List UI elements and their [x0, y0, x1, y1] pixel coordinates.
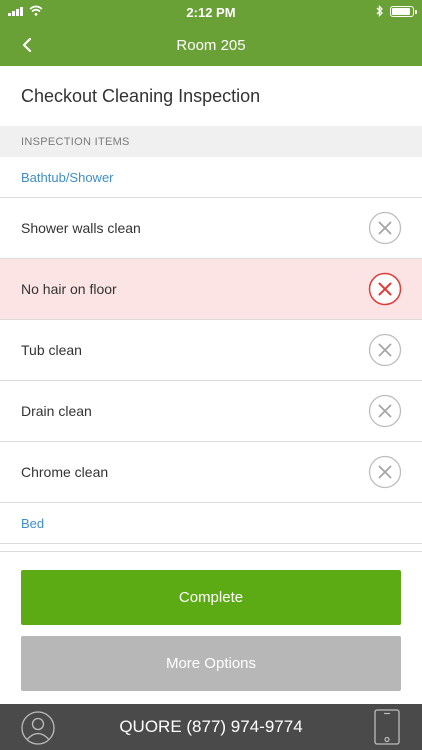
nav-bar: Room 205 [0, 24, 422, 66]
close-circle-icon [368, 455, 402, 489]
list-divider [0, 544, 422, 552]
page-title: Checkout Cleaning Inspection [21, 85, 261, 106]
item-label: Drain clean [21, 403, 92, 419]
fail-toggle-button[interactable] [368, 394, 402, 428]
signal-icon [8, 6, 23, 16]
wifi-icon [29, 5, 43, 16]
status-bar: 2:12 PM [0, 0, 422, 24]
battery-icon [390, 5, 417, 17]
inspection-item[interactable]: Shower walls clean [0, 198, 422, 259]
status-right [376, 5, 417, 17]
item-label: Tub clean [21, 342, 82, 358]
fail-toggle-button[interactable] [368, 211, 402, 245]
bluetooth-icon [376, 5, 383, 17]
user-avatar-icon[interactable] [21, 711, 55, 745]
item-label: Shower walls clean [21, 220, 141, 236]
status-time: 2:12 PM [186, 4, 236, 20]
close-circle-icon [368, 272, 402, 306]
chevron-left-icon [22, 38, 32, 52]
fail-toggle-button[interactable] [368, 272, 402, 306]
item-label: Chrome clean [21, 464, 109, 480]
inspection-list: Bathtub/Shower Shower walls clean No hai… [0, 157, 422, 552]
inspection-item[interactable]: Chrome clean [0, 442, 422, 503]
inspection-item-failed[interactable]: No hair on floor [0, 259, 422, 320]
fail-toggle-button[interactable] [368, 333, 402, 367]
complete-button[interactable]: Complete [21, 570, 401, 625]
close-circle-icon [368, 394, 402, 428]
footer-bar: QUORE (877) 974-9774 [0, 704, 422, 750]
section-header: INSPECTION ITEMS [0, 126, 422, 157]
inspection-item[interactable]: Tub clean [0, 320, 422, 381]
phone-device-icon[interactable] [374, 709, 400, 745]
group-label-bed[interactable]: Bed [0, 503, 422, 544]
item-label: No hair on floor [21, 281, 117, 297]
status-left [8, 5, 43, 16]
group-label-bathtub-shower[interactable]: Bathtub/Shower [0, 157, 422, 198]
close-circle-icon [368, 211, 402, 245]
back-button[interactable] [14, 32, 40, 58]
footer-phone-label[interactable]: QUORE (877) 974-9774 [119, 717, 302, 737]
fail-toggle-button[interactable] [368, 455, 402, 489]
close-circle-icon [368, 333, 402, 367]
nav-title: Room 205 [176, 36, 246, 54]
more-options-button[interactable]: More Options [21, 636, 401, 691]
inspection-item[interactable]: Drain clean [0, 381, 422, 442]
